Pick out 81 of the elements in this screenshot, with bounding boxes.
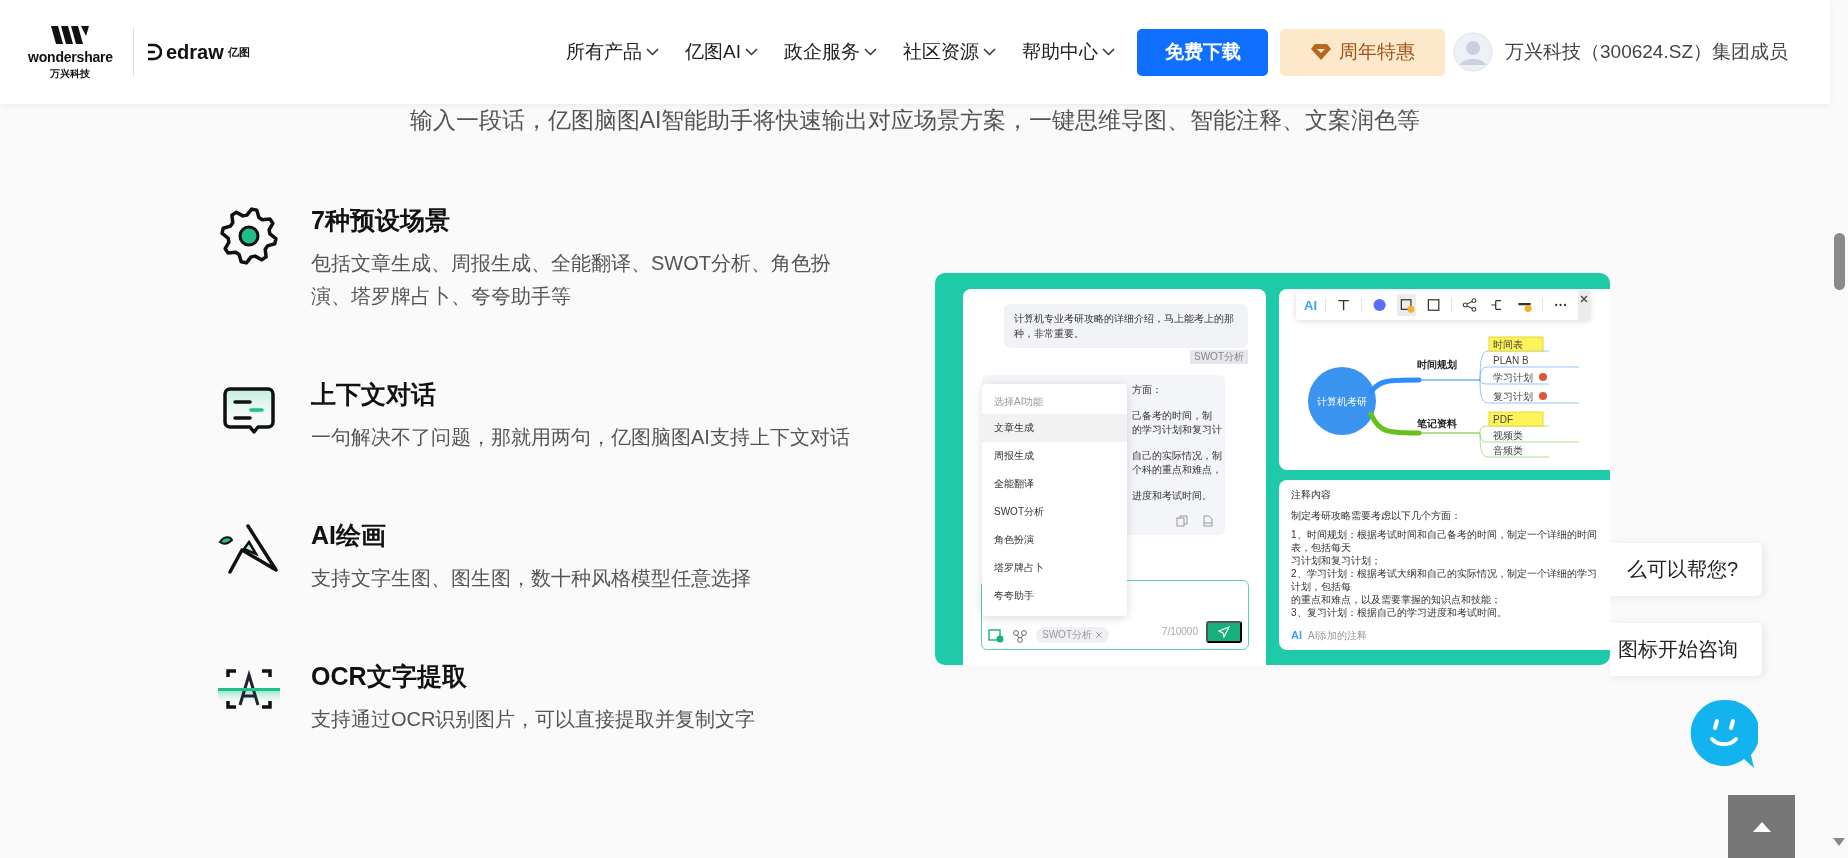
topic-label[interactable]: 视频类 [1493, 430, 1523, 441]
feature-title: AI绘画 [311, 520, 387, 550]
intro-text: 输入一段话，亿图脑图AI智能助手将快速输出对应场景方案，一键思维导图、智能注释、文案润色等 [408, 108, 1422, 132]
feature-title: 7种预设场景 [311, 205, 451, 235]
back-to-top-button[interactable] [1728, 795, 1795, 858]
up-arrow-icon [1752, 821, 1771, 832]
feature-description: 支持文字生图、图生图，数十种风格模型任意选择 [311, 566, 752, 591]
feature-description: 包括文章生成、周报生成、全能翻译、SWOT分析、角色扮演、塔罗牌占卜、夸夸助手等 [311, 251, 832, 309]
send-icon [1218, 626, 1230, 638]
feature-title: 上下文对话 [311, 379, 437, 409]
nav-menu[interactable]: 亿图AI [685, 39, 759, 65]
group-member-text: 万兴科技（300624.SZ）集团成员 [1505, 40, 1788, 64]
nav-menu[interactable]: 社区资源 [903, 39, 997, 65]
user-message: 计算机专业考研攻略的详细介绍，马上能考上的那种，非常重要。 [1004, 304, 1248, 348]
download-button[interactable]: 免费下载 [1137, 28, 1269, 76]
image-upload-icon[interactable] [988, 629, 1004, 643]
notes-text: 1、时间规划：根据考试时间和自己备考的时间，制定一个详细的时间表，包括每天 [1291, 528, 1598, 554]
notes-text: 2、学习计划：根据考试大纲和自己的实际情况，制定一个详细的学习计划，包括每 [1291, 567, 1598, 593]
chat-support-icon[interactable] [1690, 699, 1758, 769]
menu-item[interactable]: 文章生成 [982, 414, 1127, 442]
notes-text: 3、复习计划：根据自己的学习进度和考试时间。 [1291, 606, 1508, 619]
product-name: edraw [165, 40, 224, 64]
scrollbar-thumb[interactable] [1833, 233, 1845, 290]
topic-label[interactable]: PDF [1493, 414, 1513, 425]
reply-text: 的学习计划和复习计 [1132, 423, 1222, 437]
send-button[interactable] [1206, 621, 1242, 643]
brand-name-cn: 万兴科技 [50, 66, 91, 81]
reply-text: 进度和考试时间。 [1132, 489, 1213, 503]
brand-name: wondershare [28, 48, 113, 65]
topic-label[interactable]: 学习计划 [1493, 372, 1533, 383]
feature-description: 支持通过OCR识别图片，可以直接提取并复制文字 [311, 707, 757, 732]
wondershare-logo-icon [51, 23, 90, 46]
nav-menu[interactable]: 政企服务 [784, 39, 878, 65]
copy-icon[interactable] [1176, 515, 1188, 527]
close-icon[interactable] [1579, 295, 1588, 303]
branch-label: 时间规划 [1417, 359, 1457, 370]
reply-text: 方面： [1132, 383, 1163, 397]
caret-icon [983, 48, 997, 56]
document-icon[interactable] [1202, 515, 1214, 527]
notes-text: 制定考研攻略需要考虑以下几个方面： [1291, 509, 1462, 522]
ai-label: AI [1291, 629, 1302, 642]
message-tag: SWOT分析 [1190, 350, 1248, 364]
notes-title: 注释内容 [1291, 488, 1332, 501]
chat-prompt-bubble[interactable]: 么可以帮您? [1610, 543, 1762, 596]
menu-item[interactable]: 塔罗牌占卜 [982, 554, 1127, 582]
caret-icon [1102, 48, 1116, 56]
notes-text: 的重点和难点，以及需要掌握的知识点和技能； [1291, 593, 1502, 606]
nav-menu[interactable]: 所有产品 [566, 39, 660, 65]
product-name-cn: 亿图 [227, 44, 250, 60]
root-label: 计算机考研 [1317, 396, 1367, 407]
branch-label: 笔记资料 [1417, 418, 1457, 429]
character-counter: 7/10000 [1161, 625, 1198, 639]
frame-tool-icon[interactable] [1397, 294, 1417, 316]
topic-label[interactable]: 时间表 [1493, 339, 1523, 350]
reply-text: 自己的实际情况，制 [1132, 449, 1222, 463]
chat-prompt-bubble[interactable]: 图标开始咨询 [1610, 623, 1762, 676]
menu-item[interactable]: SWOT分析 [982, 498, 1127, 526]
menu-item[interactable]: 周报生成 [982, 442, 1127, 470]
menu-item[interactable]: 夸夸助手 [982, 582, 1127, 610]
notes-text: 习计划和复习计划； [1291, 554, 1382, 567]
menu-header: 选择AI功能 [993, 395, 1045, 409]
feature-title: OCR文字提取 [311, 661, 468, 691]
diamond-icon [1310, 43, 1331, 61]
promo-button[interactable]: 周年特惠 [1280, 28, 1446, 76]
topic-label[interactable]: 音频类 [1493, 445, 1523, 456]
root-node[interactable] [1308, 367, 1376, 435]
nav-menu[interactable]: 帮助中心 [1022, 39, 1116, 65]
scroll-down-icon[interactable] [1833, 838, 1845, 846]
caret-icon [864, 48, 878, 56]
nodes-icon[interactable] [1012, 629, 1028, 643]
reply-text: 己备考的时间，制 [1132, 409, 1213, 423]
topic-label[interactable]: 复习计划 [1493, 391, 1533, 402]
caret-icon [745, 48, 759, 56]
caret-icon [646, 48, 660, 56]
menu-item[interactable]: 角色扮演 [982, 526, 1127, 554]
edraw-logo-icon [145, 43, 162, 61]
topic-label[interactable]: PLAN B [1493, 355, 1529, 366]
reply-text: 个科的重点和难点， [1132, 463, 1222, 477]
menu-item[interactable]: 全能翻译 [982, 470, 1127, 498]
notes-footer: AI添加的注释 [1308, 629, 1368, 642]
feature-description: 一句解决不了问题，那就用两句，亿图脑图AI支持上下文对话 [311, 425, 851, 450]
